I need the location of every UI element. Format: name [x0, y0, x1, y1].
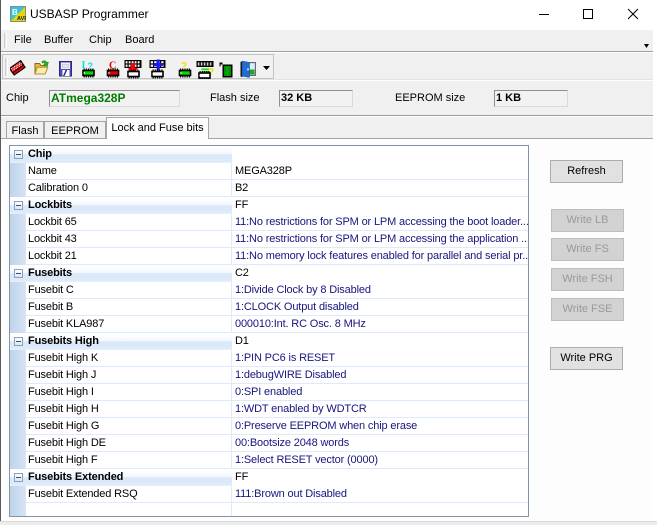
svg-text:?: ?	[88, 61, 94, 71]
svg-text:AVR: AVR	[17, 16, 26, 22]
svg-text:I: I	[82, 60, 86, 71]
svg-text:?: ?	[181, 61, 187, 72]
svg-text:C: C	[109, 61, 116, 72]
